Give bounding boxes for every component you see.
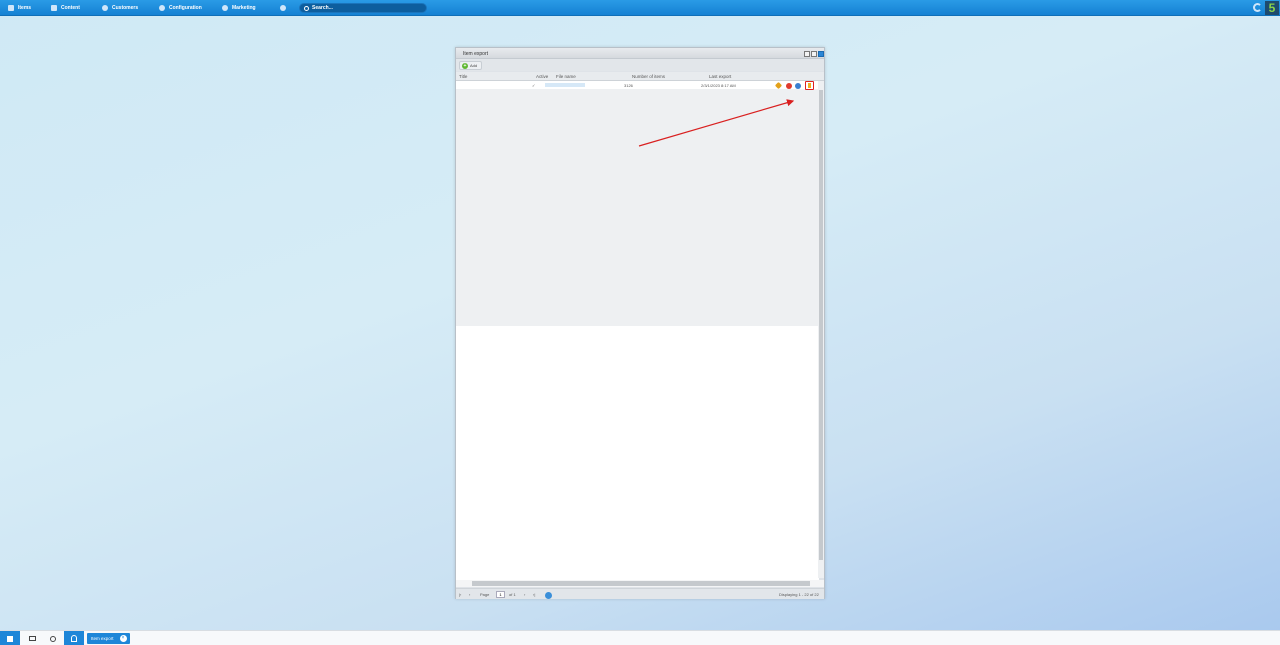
first-page-icon[interactable]: |‹ bbox=[459, 592, 461, 597]
windows-icon bbox=[28, 636, 36, 641]
search-box[interactable] bbox=[299, 3, 427, 13]
restore-icon[interactable] bbox=[804, 51, 810, 57]
maximize-icon[interactable] bbox=[811, 51, 817, 57]
edit-icon[interactable] bbox=[774, 81, 783, 90]
horizontal-scrollbar[interactable] bbox=[456, 580, 824, 587]
horizontal-scrollbar-thumb[interactable] bbox=[472, 581, 810, 586]
items-icon bbox=[8, 5, 14, 11]
window-header[interactable]: Item export bbox=[456, 48, 824, 59]
grid-body: ✓ 3126 2/3/1/2023 8:17 AM bbox=[456, 81, 819, 326]
display-info: Displaying 1 - 22 of 22 bbox=[779, 592, 819, 597]
table-row[interactable]: ✓ 3126 2/3/1/2023 8:17 AM bbox=[456, 81, 819, 90]
lightning-icon bbox=[808, 83, 811, 88]
plus-icon: + bbox=[462, 62, 468, 69]
menu-item-customers[interactable]: Customers bbox=[102, 0, 138, 16]
reload-icon[interactable] bbox=[1253, 3, 1262, 12]
run-export-icon[interactable] bbox=[805, 81, 814, 90]
menu-item-items[interactable]: Items bbox=[8, 0, 31, 16]
search-input[interactable] bbox=[312, 5, 422, 11]
windows-button[interactable] bbox=[25, 631, 39, 645]
logout-icon bbox=[7, 635, 13, 642]
delete-icon[interactable] bbox=[786, 83, 792, 89]
grid-empty-area bbox=[456, 326, 819, 580]
last-page-icon[interactable]: ›| bbox=[533, 592, 535, 597]
menu-item-items-label: Items bbox=[18, 5, 32, 11]
cell-file-name bbox=[545, 83, 585, 87]
cell-number-of-items: 3126 bbox=[624, 83, 633, 88]
help-icon bbox=[280, 5, 286, 11]
menu-item-marketing-label: Marketing bbox=[232, 5, 256, 11]
content-icon bbox=[51, 5, 57, 11]
add-button[interactable]: + Add bbox=[459, 61, 482, 70]
cell-active: ✓ bbox=[532, 83, 536, 88]
page-number-input[interactable] bbox=[496, 591, 505, 598]
clock-icon bbox=[50, 635, 56, 642]
notifications-button[interactable] bbox=[64, 631, 84, 645]
column-header-title[interactable]: Title bbox=[459, 74, 467, 79]
menu-item-configuration[interactable]: Configuration bbox=[159, 0, 202, 16]
logout-button[interactable] bbox=[0, 631, 20, 645]
close-icon[interactable]: × bbox=[119, 635, 127, 642]
help-button[interactable] bbox=[280, 0, 286, 16]
customers-icon bbox=[102, 5, 108, 11]
vertical-scrollbar-thumb[interactable] bbox=[819, 90, 823, 560]
item-export-window: Item export + Add Title Active File name… bbox=[455, 47, 825, 599]
next-page-icon[interactable]: › bbox=[524, 592, 525, 597]
pagination-bar: |‹ ‹ Page of 1 › ›| Displaying 1 - 22 of… bbox=[456, 588, 824, 599]
top-menu-bar: Items Content Customers Configuration Ma… bbox=[0, 0, 1280, 16]
close-icon[interactable] bbox=[818, 51, 824, 57]
search-icon bbox=[304, 5, 309, 11]
logo: 5 bbox=[1265, 1, 1279, 15]
taskbar-item-label: Item export bbox=[91, 636, 114, 641]
column-header-file-name[interactable]: File name bbox=[556, 74, 576, 79]
grid-header: Title Active File name Number of items L… bbox=[456, 72, 824, 81]
taskbar: Item export × bbox=[0, 630, 1280, 645]
menu-item-content-label: Content bbox=[61, 5, 80, 11]
add-button-label: Add bbox=[470, 63, 478, 68]
cell-last-export: 2/3/1/2023 8:17 AM bbox=[701, 83, 736, 88]
refresh-icon[interactable] bbox=[545, 592, 552, 599]
menu-item-customers-label: Customers bbox=[112, 5, 139, 11]
menu-item-marketing[interactable]: Marketing bbox=[222, 0, 256, 16]
bell-icon bbox=[71, 635, 77, 642]
menu-item-content[interactable]: Content bbox=[51, 0, 80, 16]
window-toolbar: + Add bbox=[456, 59, 824, 71]
clock-button[interactable] bbox=[46, 631, 60, 645]
column-header-last-export[interactable]: Last export bbox=[709, 74, 731, 79]
menu-item-configuration-label: Configuration bbox=[169, 5, 202, 11]
window-title: Item export bbox=[463, 51, 489, 57]
vertical-scrollbar[interactable] bbox=[818, 81, 824, 578]
column-header-active[interactable]: Active bbox=[536, 74, 548, 79]
page-of-label: of 1 bbox=[509, 592, 516, 597]
taskbar-item-export[interactable]: Item export × bbox=[87, 633, 130, 644]
prev-page-icon[interactable]: ‹ bbox=[469, 592, 470, 597]
configuration-icon bbox=[159, 5, 165, 11]
column-header-number-of-items[interactable]: Number of items bbox=[632, 74, 665, 79]
marketing-icon bbox=[222, 5, 228, 11]
duplicate-icon[interactable] bbox=[795, 83, 801, 89]
page-label: Page bbox=[480, 592, 490, 597]
